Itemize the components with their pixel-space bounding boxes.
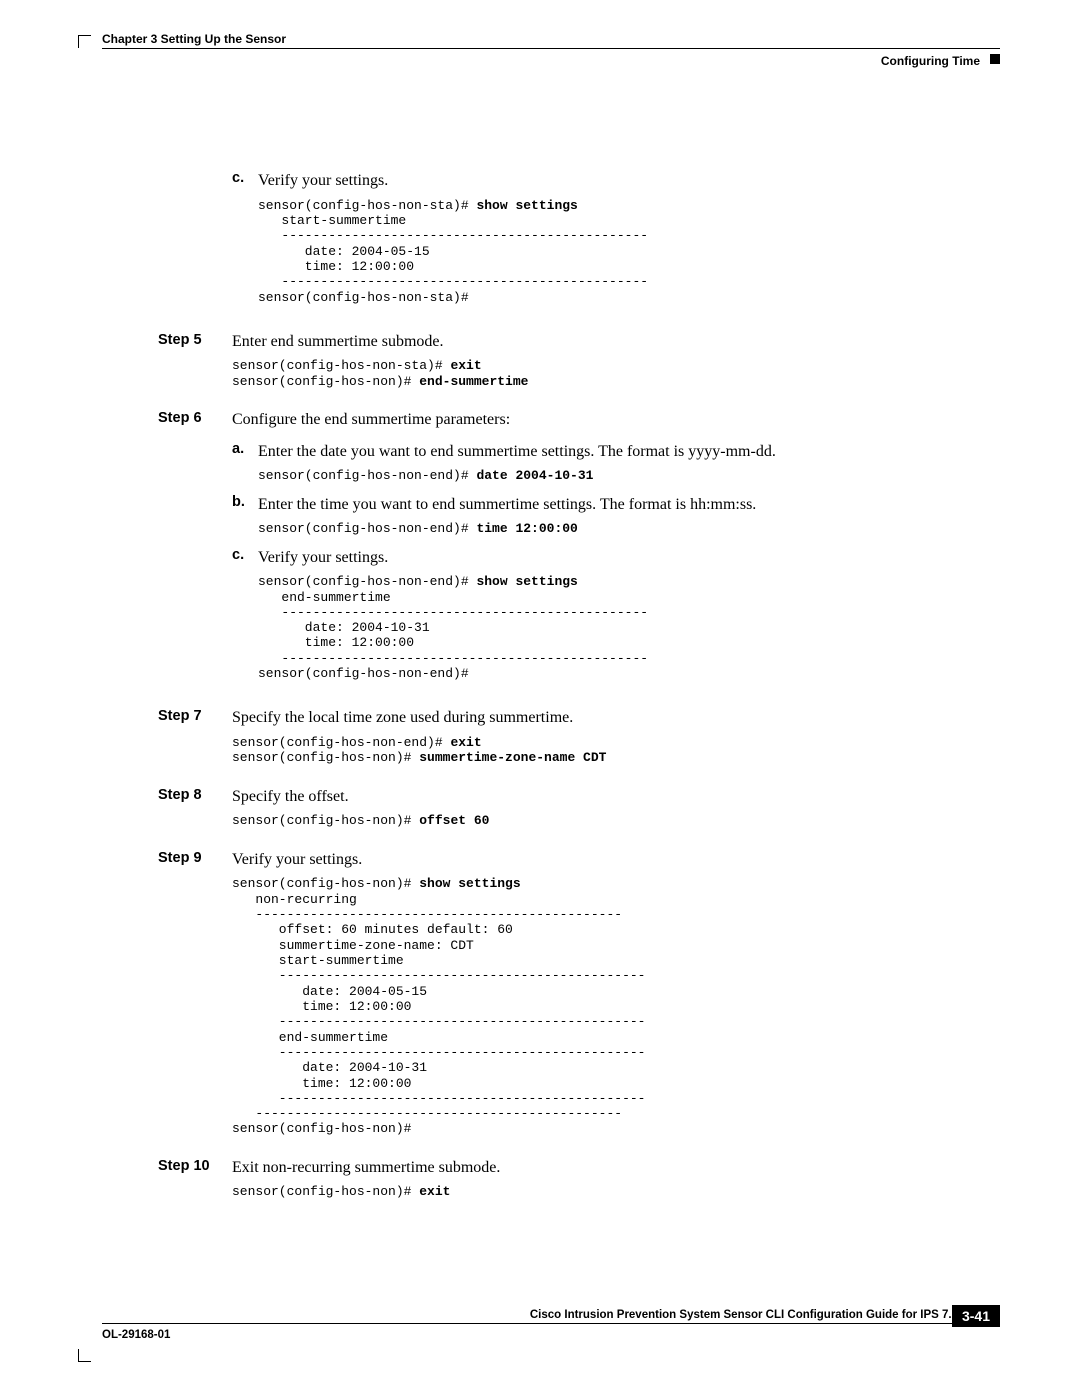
step-label: Step 7 — [90, 705, 232, 727]
substep-text: Verify your settings. — [258, 547, 1000, 569]
footer-doc-number: OL-29168-01 — [102, 1329, 170, 1341]
cli-output: sensor(config-hos-non-end)# time 12:00:0… — [258, 521, 1000, 536]
header-rule — [102, 48, 1000, 49]
substep-label: b. — [232, 492, 258, 513]
header-section: Configuring Time — [881, 54, 980, 68]
cli-output: sensor(config-hos-non)# show settings no… — [232, 876, 1000, 1137]
page-footer: Cisco Intrusion Prevention System Sensor… — [90, 1323, 1000, 1355]
cli-output: sensor(config-hos-non-end)# show setting… — [258, 574, 1000, 681]
step-label: Step 10 — [90, 1155, 232, 1177]
page: Chapter 3 Setting Up the Sensor Configur… — [0, 0, 1080, 1397]
step-label: Step 5 — [90, 329, 232, 351]
cli-output: sensor(config-hos-non)# offset 60 — [232, 813, 1000, 828]
step-9: Step 9 Verify your settings. sensor(conf… — [90, 847, 1000, 1145]
step-6: Step 6 Configure the end summertime para… — [90, 407, 1000, 689]
cli-output: sensor(config-hos-non-sta)# exit sensor(… — [232, 358, 1000, 389]
step-8: Step 8 Specify the offset. sensor(config… — [90, 784, 1000, 837]
substep-label: c. — [232, 545, 258, 566]
step-text: Enter end summertime submode. — [232, 331, 1000, 353]
step-label: Step 6 — [90, 407, 232, 429]
step-text: Exit non-recurring summertime submode. — [232, 1157, 1000, 1179]
substep-text: Enter the time you want to end summertim… — [258, 494, 1000, 516]
substep-label: a. — [232, 439, 258, 460]
step-5: Step 5 Enter end summertime submode. sen… — [90, 329, 1000, 397]
cli-output: sensor(config-hos-non-sta)# show setting… — [258, 198, 1000, 305]
step-label: Step 9 — [90, 847, 232, 869]
cli-output: sensor(config-hos-non)# exit — [232, 1184, 1000, 1199]
step-7: Step 7 Specify the local time zone used … — [90, 705, 1000, 773]
step-text: Configure the end summertime parameters: — [232, 409, 1000, 431]
step-text: Specify the offset. — [232, 786, 1000, 808]
page-body: c. Verify your settings. sensor(config-h… — [90, 126, 1000, 1208]
substep-label: c. — [232, 168, 258, 189]
substep-a: a. Enter the date you want to end summer… — [232, 439, 1000, 492]
cli-output: sensor(config-hos-non-end)# exit sensor(… — [232, 735, 1000, 766]
footer-rule — [102, 1323, 1000, 1324]
page-header: Chapter 3 Setting Up the Sensor Configur… — [90, 38, 1000, 86]
cli-output: sensor(config-hos-non-end)# date 2004-10… — [258, 468, 1000, 483]
step-10: Step 10 Exit non-recurring summertime su… — [90, 1155, 1000, 1208]
substep-text: Verify your settings. — [258, 170, 1000, 192]
header-square-icon — [990, 54, 1000, 64]
substep-c: c. Verify your settings. sensor(config-h… — [232, 545, 1000, 690]
substep-c: c. Verify your settings. sensor(config-h… — [90, 168, 1000, 313]
header-chapter: Chapter 3 Setting Up the Sensor — [102, 32, 286, 46]
substep-b: b. Enter the time you want to end summer… — [232, 492, 1000, 545]
step-text: Verify your settings. — [232, 849, 1000, 871]
footer-guide-title: Cisco Intrusion Prevention System Sensor… — [530, 1309, 958, 1321]
step-text: Specify the local time zone used during … — [232, 707, 1000, 729]
step-label: Step 8 — [90, 784, 232, 806]
substep-text: Enter the date you want to end summertim… — [258, 441, 1000, 463]
